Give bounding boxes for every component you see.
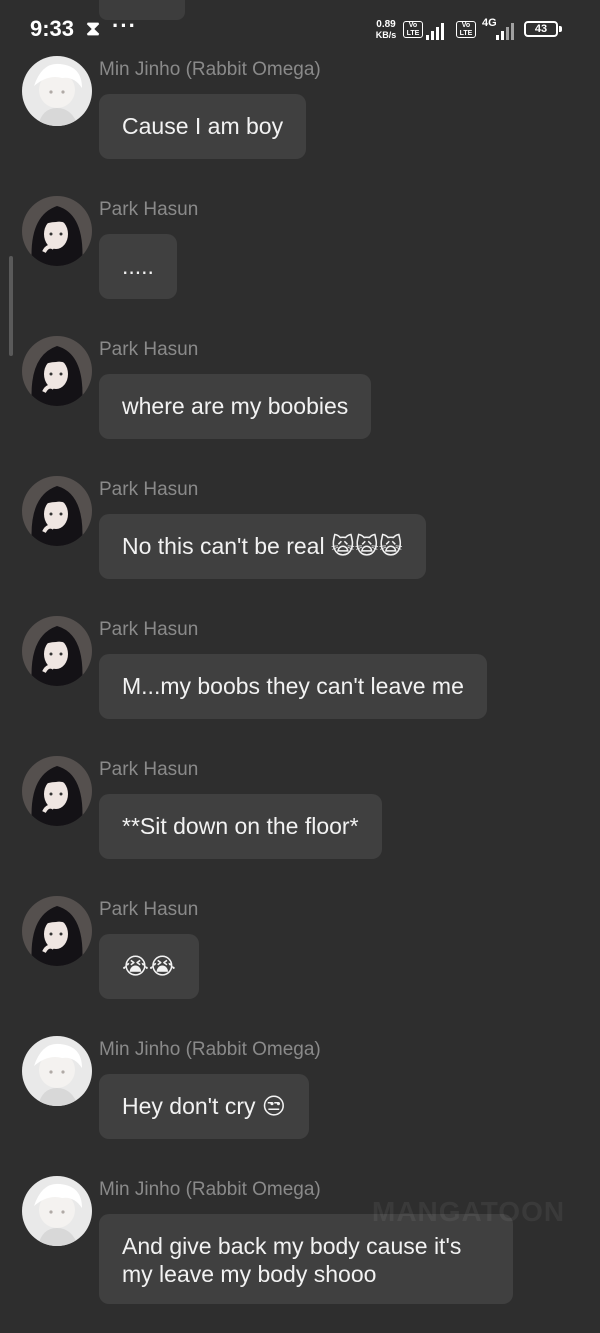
message-bubble[interactable]: M...my boobs they can't leave me [99,654,487,719]
watermark-logo: MANGATOON [372,1196,566,1227]
sender-name: Min Jinho (Rabbit Omega) [99,1039,321,1060]
message-bubble[interactable]: Cause I am boy [99,94,307,159]
avatar-park-hasun[interactable] [22,896,92,966]
sender-name: Park Hasun [99,479,199,500]
sender-name: Park Hasun [99,339,199,360]
volte-icon-1: Vo LTE [403,21,423,38]
network-type-label: 4G [482,17,497,29]
status-bar: 9:33 ⧗ ··· 0.89 KB/s Vo LTE Vo LTE 4G 43 [0,0,600,58]
signal-strength-icon-2 [496,20,518,40]
avatar-min-jinho[interactable] [22,56,92,126]
avatar-park-hasun[interactable] [22,476,92,546]
message-bubble[interactable]: **Sit down on the floor* [99,794,382,859]
hourglass-icon: ⧗ [86,18,101,40]
signal-strength-icon-1 [426,20,448,40]
sender-name: Park Hasun [99,899,199,920]
sender-name: Min Jinho (Rabbit Omega) [99,1179,321,1200]
network-speed-unit: KB/s [375,30,397,40]
sender-name: Park Hasun [99,619,199,640]
network-speed: 0.89 KB/s [372,19,400,41]
sender-name: Park Hasun [99,759,199,780]
battery-icon: 43 [524,21,562,37]
network-speed-value: 0.89 [376,19,396,30]
avatar-park-hasun[interactable] [22,756,92,826]
previous-message-bubble-edge [99,0,185,20]
scrollbar-thumb[interactable] [9,256,13,356]
avatar-min-jinho[interactable] [22,1036,92,1106]
status-time: 9:33 [30,16,75,41]
message-bubble[interactable]: 😭😭 [99,934,199,999]
message-bubble[interactable]: Hey don't cry 😒 [99,1074,309,1139]
message-bubble[interactable]: ..... [99,234,177,299]
avatar-min-jinho[interactable] [22,1176,92,1246]
volte-icon-2: Vo LTE [456,21,476,38]
message-bubble[interactable]: No this can't be real 🙀🙀🙀 [99,514,426,579]
message-bubble[interactable]: where are my boobies [99,374,372,439]
avatar-park-hasun[interactable] [22,616,92,686]
avatar-park-hasun[interactable] [22,196,92,266]
sender-name: Min Jinho (Rabbit Omega) [99,59,321,80]
sender-name: Park Hasun [99,199,199,220]
avatar-park-hasun[interactable] [22,336,92,406]
